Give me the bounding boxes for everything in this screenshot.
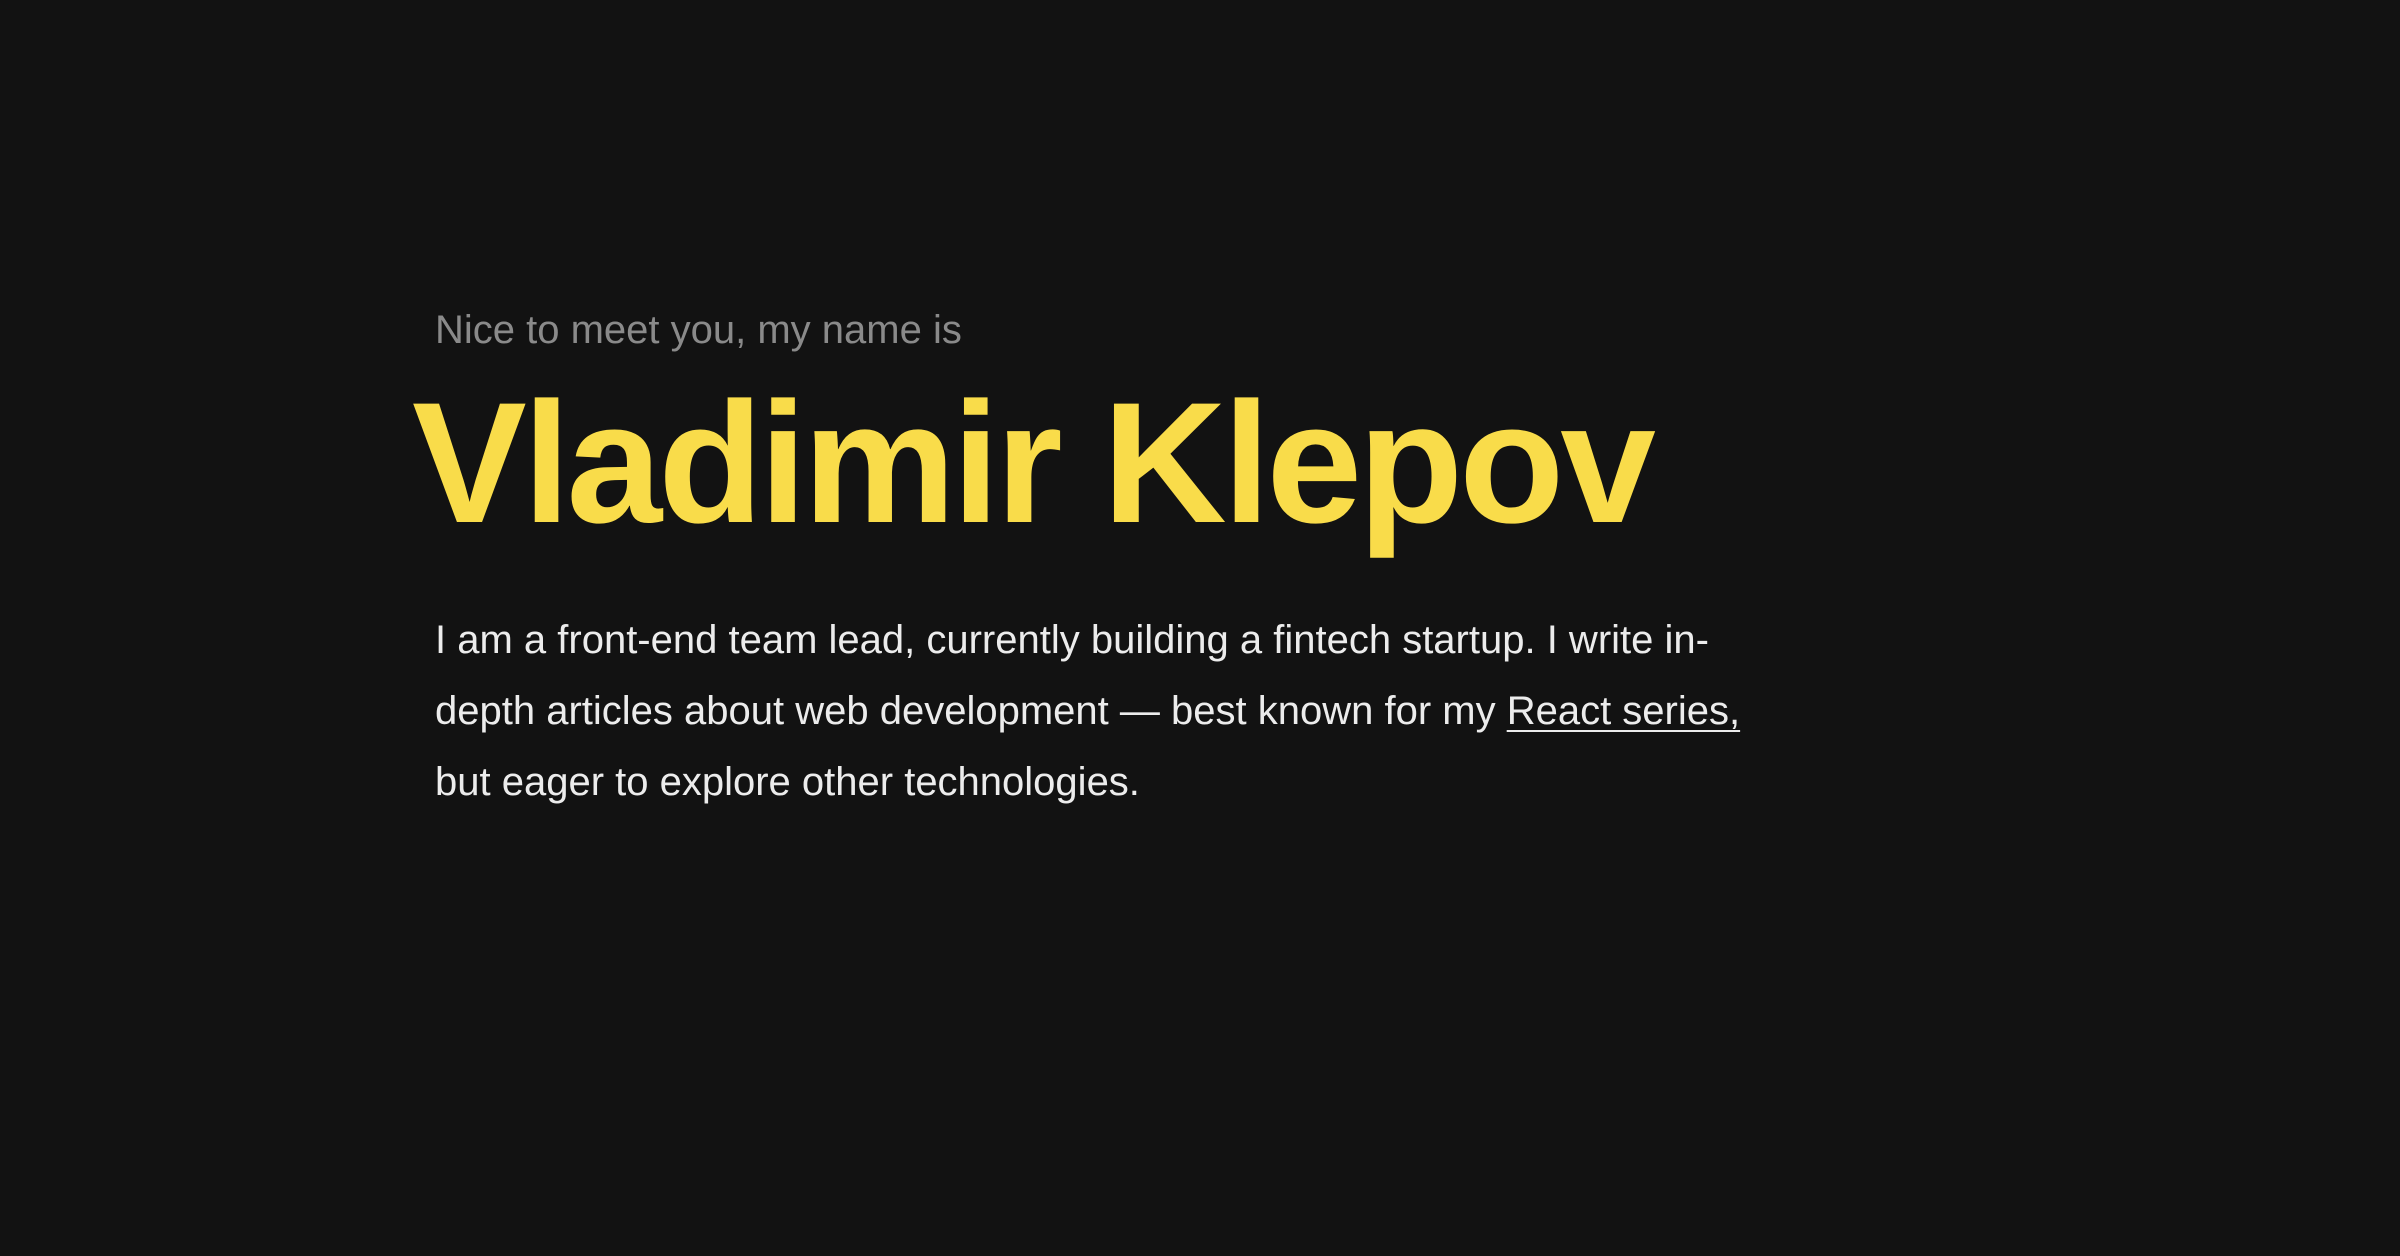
page-title: Vladimir Klepov (412, 367, 1656, 559)
bio-text: depth articles about web development — b… (435, 689, 1507, 733)
bio-line: depth articles about web development — b… (435, 676, 1740, 747)
bio-line: but eager to explore other technologies. (435, 760, 1140, 804)
intro-text: Nice to meet you, my name is (435, 308, 962, 352)
bio-paragraph: I am a front-end team lead, currently bu… (435, 605, 1740, 818)
bio-line: I am a front-end team lead, currently bu… (435, 618, 1709, 662)
react-series-link[interactable]: React series, (1507, 689, 1740, 733)
